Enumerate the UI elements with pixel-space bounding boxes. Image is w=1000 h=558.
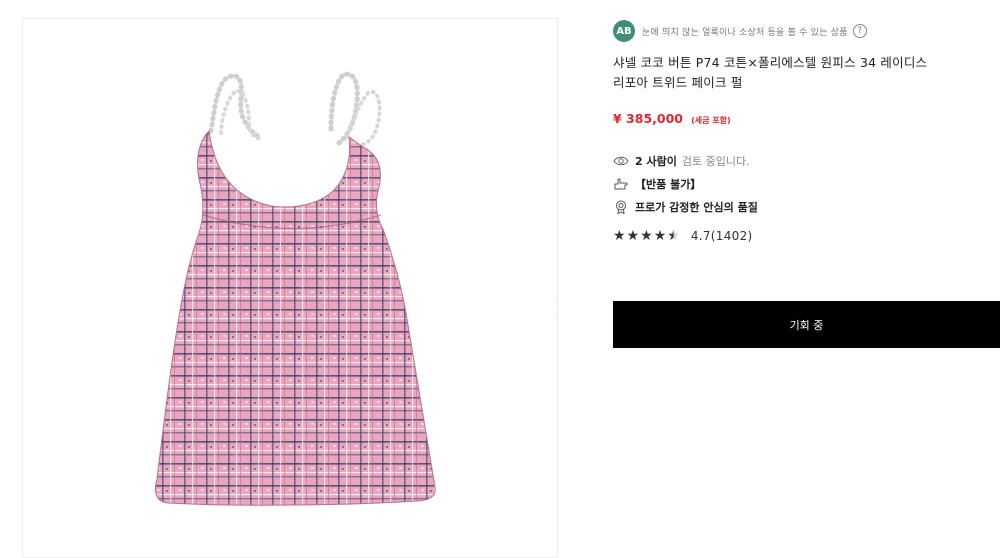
rating-row: ★ ★ ★ ★ ★ 4.7(1402): [613, 228, 753, 244]
condition-rank-badge: AB: [613, 20, 635, 42]
tax-note: (세금 포함): [691, 116, 731, 125]
product-title: 샤넬 코코 버튼 P74 코튼×폴리에스텔 원피스 34 레이디스 리포아 트위…: [613, 55, 928, 90]
star-icon: ★: [640, 228, 653, 244]
star-rating: ★ ★ ★ ★ ★: [613, 228, 681, 244]
chevron-right-icon: [556, 297, 557, 313]
question-circle-icon[interactable]: ?: [852, 24, 867, 38]
product-price: ¥ 385,000: [613, 111, 683, 126]
price-row: ¥ 385,000 (세금 포함): [613, 108, 731, 127]
viewers-info: 2 사람이 검토 중입니다.: [613, 153, 750, 169]
hand-point-icon: [613, 177, 629, 191]
quality-text: 프로가 감정한 안심의 품질: [635, 201, 758, 214]
eye-icon: [613, 154, 629, 168]
product-image-gallery[interactable]: [22, 18, 558, 558]
condition-description: 눈에 띄지 않는 얼룩이나 소상처 등을 볼 수 있는 상품: [642, 27, 848, 38]
quality-info: 프로가 감정한 안심의 품질: [613, 199, 758, 215]
award-medal-icon: [613, 200, 629, 214]
status-button[interactable]: 기회 중: [613, 301, 1000, 348]
returns-info: 【반품 불가】: [613, 176, 701, 192]
next-image-button[interactable]: [550, 291, 557, 319]
star-icon: ★: [653, 228, 667, 244]
star-icon: ★: [613, 228, 626, 244]
star-icon: ★: [626, 228, 640, 244]
rating-score: 4.7(1402): [690, 229, 753, 243]
viewers-count: 2 사람이: [635, 155, 677, 168]
returns-text: 【반품 불가】: [635, 178, 702, 191]
product-photo: [155, 71, 436, 506]
condition-row: AB 눈에 띄지 않는 얼룩이나 소상처 등을 볼 수 있는 상품 ?: [613, 20, 867, 42]
star-icon: ★: [667, 228, 680, 244]
viewers-suffix: 검토 중입니다.: [681, 155, 750, 168]
